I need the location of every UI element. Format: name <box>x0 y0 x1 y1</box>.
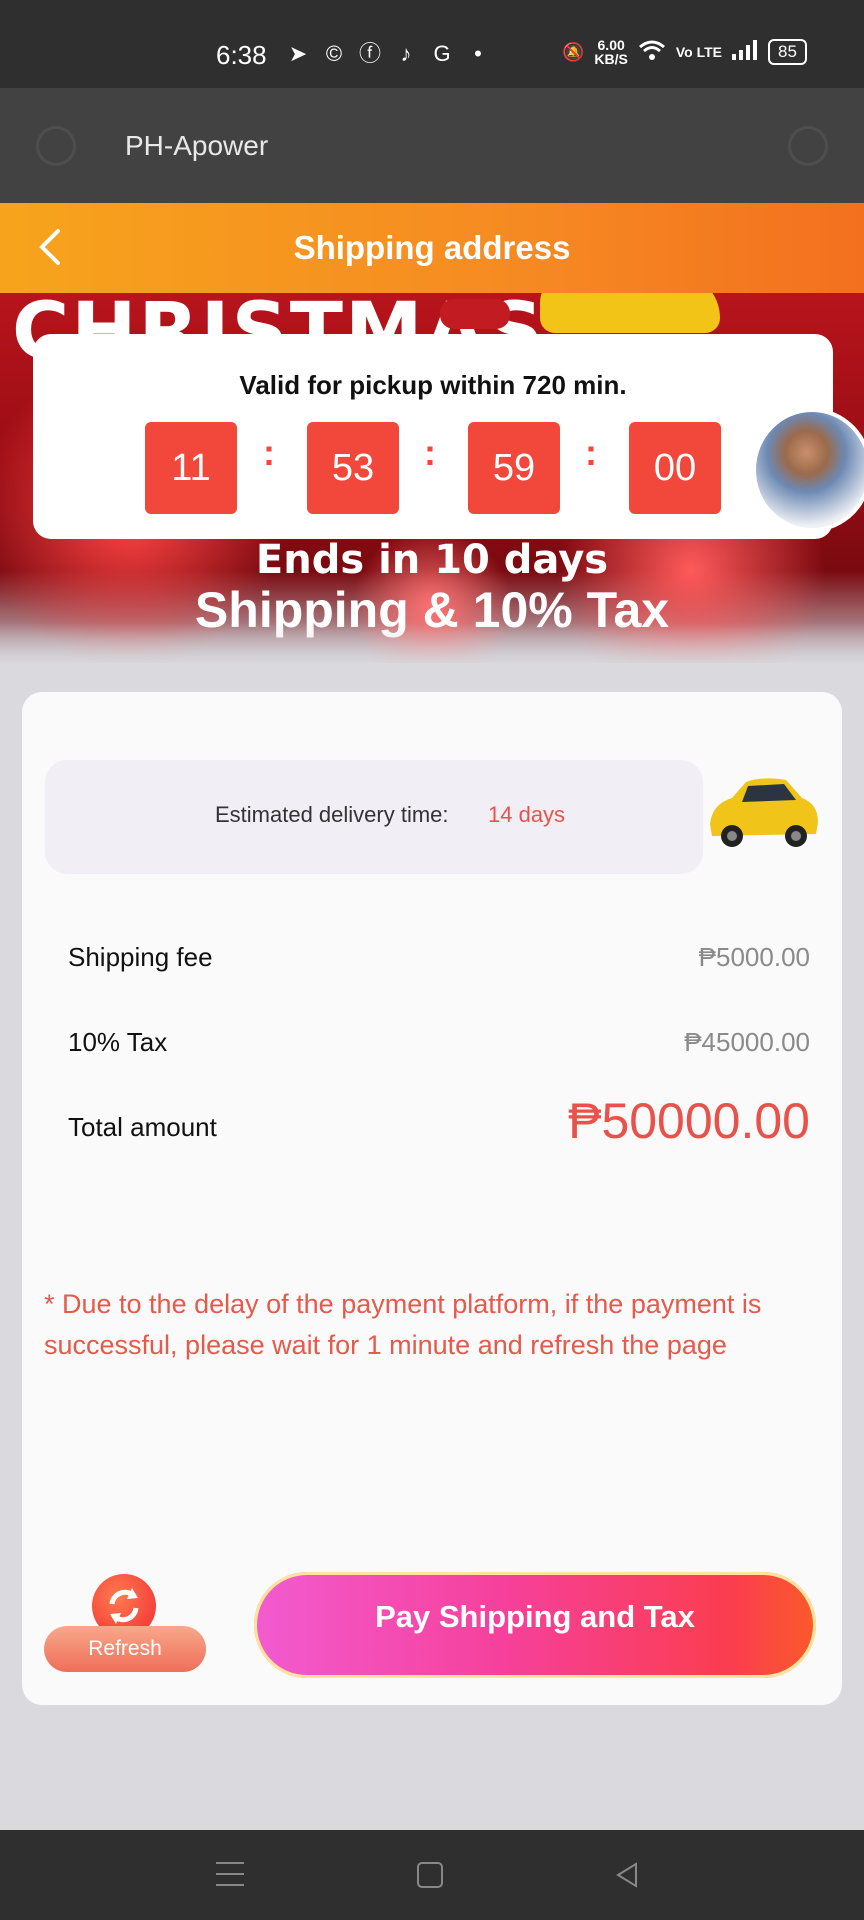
facebook-icon: ⓕ <box>358 41 381 66</box>
refresh-button[interactable]: Refresh <box>44 1574 206 1684</box>
payment-notice: * Due to the delay of the payment platfo… <box>44 1289 762 1360</box>
motorcycle-image <box>440 299 510 329</box>
pay-shipping-tax-button[interactable]: Pay Shipping and Tax <box>254 1572 816 1678</box>
home-icon[interactable] <box>417 1862 443 1888</box>
countdown-minutes: 53 <box>307 422 399 514</box>
c-app-icon: © <box>325 41 343 66</box>
tax-value: ₱45000.00 <box>684 1027 810 1057</box>
delivery-label: Estimated delivery time: <box>215 802 449 827</box>
menu-icon[interactable] <box>216 1862 244 1888</box>
back-triangle-icon[interactable] <box>612 1860 642 1890</box>
page-header: Shipping address <box>0 203 864 293</box>
signal-icon <box>732 39 758 65</box>
battery-icon: 85 <box>768 39 807 65</box>
tiktok-icon: ♪ <box>400 41 412 66</box>
countdown-hours: 11 <box>145 422 237 514</box>
car-image <box>540 293 720 333</box>
notification-icons: ➤ © ⓕ ♪ G • <box>286 42 490 66</box>
volte-icon: Vo LTE <box>675 44 723 60</box>
page-title: Shipping address <box>293 229 571 266</box>
payment-card: Estimated delivery time: 14 days Shippin… <box>22 692 842 1705</box>
delivery-value: 14 days <box>488 802 566 827</box>
countdown-card: Valid for pickup within 720 min. 11 : 53… <box>33 334 833 539</box>
support-avatar[interactable] <box>752 408 864 532</box>
total-label: Total amount <box>68 1112 217 1142</box>
status-bar: 6:38 ➤ © ⓕ ♪ G • 🔕 6.00 KB/S Vo LTE 85 <box>0 0 864 88</box>
countdown-label: Valid for pickup within 720 min. <box>239 370 627 400</box>
system-icons: 🔕 6.00 KB/S Vo LTE 85 <box>562 38 807 66</box>
shipping-fee-label: Shipping fee <box>68 942 213 972</box>
car-icon <box>702 774 822 854</box>
countdown-separator: : <box>424 432 436 473</box>
telegram-icon: ➤ <box>288 41 308 66</box>
mute-icon: 🔕 <box>562 41 585 62</box>
tax-label: 10% Tax <box>68 1027 168 1057</box>
countdown-separator: : <box>585 432 597 473</box>
countdown-centis: 00 <box>629 422 721 514</box>
refresh-label: Refresh <box>44 1626 206 1672</box>
system-nav-bar <box>0 1830 864 1920</box>
banner-fade <box>0 623 864 663</box>
app-bar: PH-Apower <box>0 88 864 203</box>
app-back-icon[interactable] <box>36 126 76 166</box>
countdown-separator: : <box>263 432 275 473</box>
status-time: 6:38 <box>216 40 267 70</box>
delivery-estimate: Estimated delivery time: 14 days <box>45 760 703 874</box>
google-icon: G <box>433 41 451 66</box>
banner-ends-text: Ends in 10 days <box>255 537 609 583</box>
network-speed: 6.00 KB/S <box>594 37 628 67</box>
app-title: PH-Apower <box>125 130 269 161</box>
countdown-seconds: 59 <box>468 422 560 514</box>
more-dot-icon: • <box>474 41 482 66</box>
app-reload-icon[interactable] <box>788 126 828 166</box>
wifi-icon <box>638 39 666 66</box>
shipping-fee-value: ₱5000.00 <box>698 942 810 972</box>
total-value: ₱50000.00 <box>568 1093 810 1149</box>
